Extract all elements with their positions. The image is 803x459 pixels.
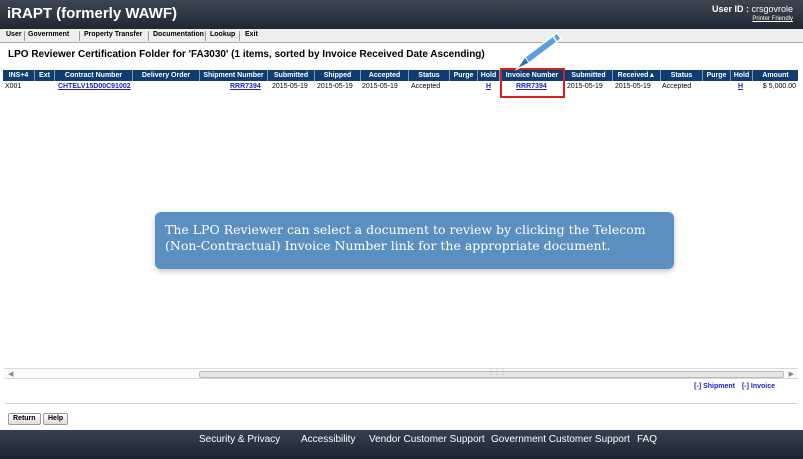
col-invoice-status: Status: [661, 70, 703, 81]
cell-ins4: X001: [5, 83, 22, 90]
col-shipped: Shipped: [315, 70, 361, 81]
scrollbar-thumb[interactable]: ⋮⋮⋮: [199, 370, 784, 378]
col-shipment-number: Shipment Number: [200, 70, 268, 81]
menu-government[interactable]: Government: [28, 31, 69, 38]
table-row: X001 CHTELV15D00C91002 RRR7394 2015-05-1…: [3, 82, 798, 92]
footer-accessibility[interactable]: Accessibility: [301, 434, 355, 445]
col-hold: Hold: [478, 70, 500, 81]
menu-separator: [79, 31, 80, 41]
shipment-number-link[interactable]: RRR7394: [230, 82, 266, 92]
callout-text: The LPO Reviewer can select a document t…: [165, 222, 646, 253]
menu-separator: [205, 31, 206, 41]
section-toggles: [-] Shipment [-] Invoice: [689, 383, 775, 390]
toggle-invoice-link[interactable]: [-] Invoice: [742, 383, 775, 390]
app-header: iRAPT (formerly WAWF) User ID : crsgovro…: [0, 0, 803, 29]
menu-lookup[interactable]: Lookup: [210, 31, 235, 38]
footer-security-privacy[interactable]: Security & Privacy: [199, 434, 280, 445]
grip-icon: ⋮⋮⋮: [488, 370, 506, 376]
cell-amount: $ 5,000.00: [762, 83, 796, 90]
horizontal-scrollbar[interactable]: ◀ ⋮⋮⋮ ▶: [4, 368, 798, 379]
menu-exit[interactable]: Exit: [245, 31, 258, 38]
menu-documentation[interactable]: Documentation: [153, 31, 204, 38]
user-id-value: crsgovrole: [751, 4, 793, 14]
col-purge: Purge: [450, 70, 478, 81]
instruction-callout: The LPO Reviewer can select a document t…: [155, 212, 674, 269]
col-amount: Amount: [762, 72, 789, 79]
col-submitted: Submitted: [268, 70, 315, 81]
scroll-right-icon[interactable]: ▶: [789, 370, 794, 378]
cell-accepted: 2015-05-19: [362, 83, 398, 90]
user-id: User ID : crsgovrole: [712, 4, 793, 14]
menu-user[interactable]: User: [6, 31, 22, 38]
menu-separator: [148, 31, 149, 41]
col-invoice-hold: Hold: [731, 70, 753, 81]
menu-property-transfer[interactable]: Property Transfer: [84, 31, 142, 38]
toggle-shipment-link[interactable]: [-] Shipment: [694, 383, 735, 390]
divider: [6, 403, 797, 404]
page-title: LPO Reviewer Certification Folder for 'F…: [8, 49, 485, 60]
invoice-hold-link[interactable]: H: [738, 82, 748, 92]
menu-bar: User Government Property Transfer Docume…: [0, 29, 803, 43]
col-received-sort[interactable]: Received▲: [613, 70, 661, 81]
return-button[interactable]: Return: [8, 413, 41, 425]
footer-vendor-support[interactable]: Vendor Customer Support: [369, 434, 485, 445]
col-invoice-submitted: Submitted: [565, 70, 613, 81]
footer-government-support[interactable]: Government Customer Support: [491, 434, 630, 445]
help-button[interactable]: Help: [43, 413, 69, 425]
user-id-label: User ID :: [711, 4, 749, 14]
scroll-left-icon[interactable]: ◀: [8, 370, 13, 378]
col-accepted: Accepted: [361, 70, 409, 81]
hold-link[interactable]: H: [486, 82, 496, 92]
contract-number-link[interactable]: CHTELV15D00C91002: [58, 82, 134, 92]
col-ins4: INS+4: [3, 70, 35, 81]
col-status: Status: [409, 70, 450, 81]
col-ext: Ext: [35, 70, 55, 81]
cell-status: Accepted: [411, 83, 441, 90]
col-invoice-purge: Purge: [703, 70, 731, 81]
footer-faq[interactable]: FAQ: [637, 434, 657, 445]
pencil-icon: [514, 31, 563, 71]
cell-received: 2015-05-19: [615, 83, 651, 90]
cell-invoice-status: Accepted: [662, 83, 692, 90]
cell-invoice-submitted: 2015-05-19: [567, 83, 603, 90]
app-brand: iRAPT (formerly WAWF): [7, 5, 178, 22]
printer-friendly-link[interactable]: Printer Friendly: [752, 16, 793, 22]
table-header: INS+4 Ext Contract Number Delivery Order…: [3, 70, 798, 81]
cell-shipped: 2015-05-19: [317, 83, 353, 90]
menu-separator: [24, 31, 25, 41]
cell-submitted: 2015-05-19: [272, 83, 308, 90]
col-delivery-order: Delivery Order: [133, 70, 200, 81]
col-contract-number: Contract Number: [55, 70, 133, 81]
page-footer: Security & Privacy Accessibility Vendor …: [0, 430, 803, 459]
menu-separator: [239, 31, 240, 41]
